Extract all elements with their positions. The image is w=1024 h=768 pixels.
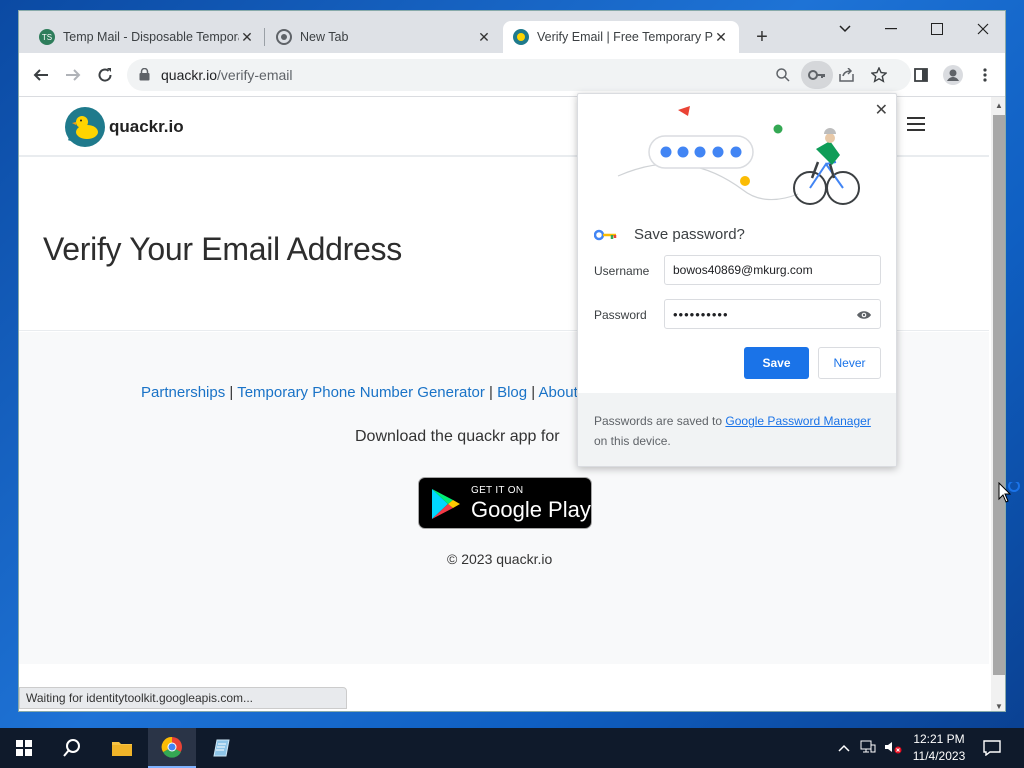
- password-key-button[interactable]: [801, 61, 833, 89]
- link-separator: |: [531, 384, 536, 401]
- notepad-icon[interactable]: [198, 728, 246, 768]
- share-icon[interactable]: [837, 65, 857, 85]
- footer-link-phone-generator[interactable]: Temporary Phone Number Generator: [237, 384, 485, 401]
- network-icon[interactable]: [860, 740, 876, 757]
- taskbar: 12:21 PM 11/4/2023: [0, 728, 1024, 768]
- site-logo[interactable]: quackr.io: [65, 107, 184, 147]
- back-button[interactable]: [27, 61, 55, 89]
- side-panel-icon[interactable]: [907, 61, 935, 89]
- tab-new-tab[interactable]: New Tab ✕: [266, 21, 502, 53]
- save-button[interactable]: Save: [744, 347, 809, 379]
- chrome-taskbar-icon[interactable]: [148, 728, 196, 768]
- footer-link-about[interactable]: About: [539, 384, 578, 401]
- download-text: Download the quackr app for: [355, 428, 560, 445]
- tab-title: New Tab: [300, 30, 349, 44]
- page-scrollbar[interactable]: ▲ ▼: [991, 97, 1005, 711]
- gplay-big-text: Google Play: [471, 497, 591, 522]
- save-password-dialog: ✕ Save password? Username bowos40869@mku…: [577, 93, 897, 467]
- dialog-title: Save password?: [634, 226, 745, 243]
- tab-strip: TS Temp Mail - Disposable Temporary ✕ Ne…: [19, 11, 1005, 53]
- taskbar-clock[interactable]: 12:21 PM 11/4/2023: [905, 731, 973, 765]
- clock-date: 11/4/2023: [912, 749, 966, 763]
- eye-icon[interactable]: [856, 308, 872, 323]
- search-icon[interactable]: [48, 728, 96, 768]
- logo-text: quackr.io: [109, 117, 184, 136]
- copyright-text: © 2023 quackr.io: [447, 551, 553, 567]
- gplay-small-text: GET IT ON: [471, 485, 524, 496]
- footer-suffix: on this device.: [594, 434, 671, 448]
- close-icon[interactable]: ✕: [239, 29, 255, 45]
- footer-prefix: Passwords are saved to: [594, 414, 723, 428]
- scroll-down-arrow-icon[interactable]: ▼: [995, 702, 1003, 711]
- link-separator: |: [229, 384, 234, 401]
- tab-separator: [264, 28, 265, 46]
- username-field[interactable]: bowos40869@mkurg.com: [664, 255, 881, 285]
- google-play-badge[interactable]: GET IT ON Google Play: [418, 477, 592, 529]
- menu-dots-icon[interactable]: [971, 61, 999, 89]
- status-bar: Waiting for identitytoolkit.googleapis.c…: [19, 687, 347, 709]
- search-icon[interactable]: [773, 65, 793, 85]
- chrome-favicon-icon: [276, 29, 292, 45]
- url-path: /verify-email: [217, 67, 293, 83]
- file-explorer-icon[interactable]: [98, 728, 146, 768]
- username-label: Username: [594, 264, 650, 278]
- tab-verify-email[interactable]: Verify Email | Free Temporary Phone ✕: [503, 21, 739, 53]
- scrollbar-thumb[interactable]: [993, 115, 1005, 675]
- clock-time: 12:21 PM: [913, 732, 965, 746]
- start-windows-icon[interactable]: [0, 728, 48, 768]
- password-field[interactable]: ••••••••••: [664, 299, 881, 329]
- forward-button[interactable]: [59, 61, 87, 89]
- notification-center-icon[interactable]: [968, 728, 1016, 768]
- bookmark-star-icon[interactable]: [869, 65, 889, 85]
- mouse-cursor-icon: [998, 480, 1022, 511]
- window-close-button[interactable]: [961, 15, 1005, 43]
- tab-title: Temp Mail - Disposable Temporary: [63, 30, 239, 44]
- url-text: quackr.io/verify-email: [161, 67, 293, 83]
- key-icon: [808, 70, 825, 80]
- lock-icon[interactable]: [139, 67, 150, 86]
- close-icon[interactable]: ✕: [476, 29, 492, 45]
- password-manager-link[interactable]: Google Password Manager: [725, 414, 870, 428]
- address-bar[interactable]: quackr.io/verify-email: [127, 59, 911, 91]
- footer-link-blog[interactable]: Blog: [497, 384, 527, 401]
- password-illustration: [617, 106, 860, 205]
- password-label: Password: [594, 308, 647, 322]
- footer-link-partnerships[interactable]: Partnerships: [141, 384, 225, 401]
- dialog-title-row: Save password?: [594, 226, 745, 243]
- system-tray: [838, 728, 902, 768]
- password-dots: ••••••••••: [673, 307, 729, 322]
- minimize-button[interactable]: [869, 15, 913, 43]
- profile-avatar-icon[interactable]: [939, 61, 967, 89]
- reload-button[interactable]: [91, 61, 119, 89]
- scroll-up-arrow-icon[interactable]: ▲: [995, 101, 1003, 110]
- volume-muted-icon[interactable]: [884, 740, 902, 757]
- new-tab-button[interactable]: +: [750, 25, 774, 49]
- footer-links: Partnerships | Temporary Phone Number Ge…: [141, 384, 578, 401]
- tab-title: Verify Email | Free Temporary Phone: [537, 30, 713, 44]
- tab-search-chevron-icon[interactable]: [823, 15, 867, 43]
- close-icon[interactable]: ✕: [713, 29, 729, 45]
- url-domain: quackr.io: [161, 67, 218, 83]
- google-play-icon: [432, 489, 460, 519]
- dialog-close-icon[interactable]: ✕: [875, 100, 888, 120]
- tray-chevron-up-icon[interactable]: [838, 741, 850, 755]
- browser-toolbar: quackr.io/verify-email: [19, 53, 1005, 97]
- tempmail-favicon-icon: TS: [39, 29, 55, 45]
- link-separator: |: [489, 384, 493, 401]
- maximize-button[interactable]: [915, 15, 959, 43]
- password-key-icon: [594, 229, 617, 240]
- never-button[interactable]: Never: [818, 347, 881, 379]
- page-heading: Verify Your Email Address: [43, 231, 402, 267]
- tab-temp-mail[interactable]: TS Temp Mail - Disposable Temporary ✕: [29, 21, 265, 53]
- dialog-footer: Passwords are saved to Google Password M…: [578, 393, 896, 466]
- hamburger-menu-icon[interactable]: [907, 117, 925, 135]
- duck-logo-icon: [65, 107, 105, 147]
- quackr-favicon-icon: [513, 29, 529, 45]
